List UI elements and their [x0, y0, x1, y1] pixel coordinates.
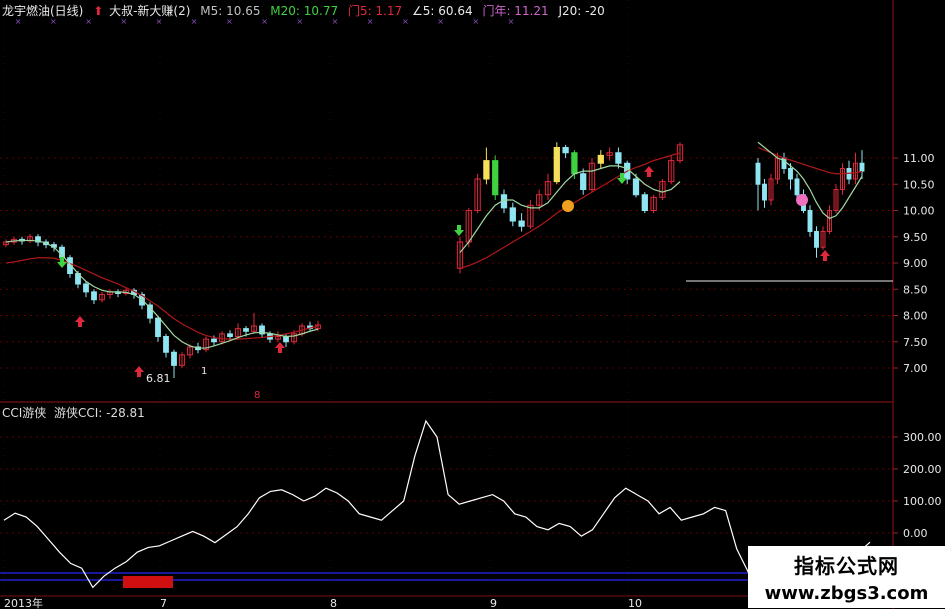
x-tick-label: 8 [330, 597, 337, 609]
j20-label: J20: -20 [558, 4, 605, 18]
price-grid [0, 0, 894, 609]
chart-header: 龙宇燃油(日线) ⬆ 大叔-新大赚(2) M5: 10.65 M20: 10.7… [2, 2, 611, 19]
candle-body [580, 173, 587, 190]
candle-body [163, 336, 169, 353]
price-tick-label: 11.00 [903, 152, 935, 165]
candle-body [483, 160, 490, 180]
cci-series [3, 419, 871, 599]
watermark-title: 指标公式网 [794, 554, 899, 578]
candle-body [859, 162, 865, 172]
low-price-label: 6.81 [146, 372, 171, 385]
cci-line [3, 419, 871, 599]
candle-body [615, 152, 622, 164]
candle-body [814, 231, 819, 248]
sell-arrow-icon [454, 225, 464, 236]
price-tick-label: 9.50 [903, 231, 928, 244]
stock-name: 龙宇燃油(日线) [2, 4, 84, 18]
marker-1-label: 1 [201, 366, 207, 377]
candle-body [171, 351, 177, 366]
candle-body [509, 207, 516, 222]
candle-body [632, 178, 640, 196]
candle-body [788, 168, 793, 180]
candle-body [211, 338, 217, 343]
candle-body [755, 162, 761, 185]
candle-body [492, 160, 499, 196]
candle-body [283, 336, 289, 343]
pink-signal-icon [796, 194, 808, 206]
cci-tick-label: 300.00 [903, 431, 942, 444]
cci-tick-label: 100.00 [903, 495, 942, 508]
price-tick-label: 8.00 [903, 310, 928, 323]
candle-body [562, 147, 569, 154]
candle-body [807, 210, 813, 232]
buy-arrow-icon [644, 166, 654, 177]
price-tick-label: 9.00 [903, 257, 928, 270]
candle-body [83, 283, 89, 293]
price-tick-label: 10.00 [903, 205, 935, 218]
candle-body [553, 147, 560, 183]
up-arrow-icon: ⬆ [93, 4, 104, 18]
buy-arrow-icon [75, 316, 85, 327]
watermark-url: www.zbgs3.com [764, 583, 929, 604]
ma-long-line [5, 257, 319, 340]
ma-long-line [757, 146, 863, 175]
candle-body [155, 317, 161, 337]
candle-body [641, 194, 648, 211]
axes: 7.00 7.50 8.00 8.50 9.00 9.50 10.00 10.50 11.00 0… [4, 152, 942, 609]
marker-s-label: 8 [254, 390, 260, 401]
price-tick-label: 10.50 [903, 178, 935, 191]
orange-signal-icon [562, 200, 574, 212]
candle-body [597, 154, 604, 164]
men-nian-label: 门年: 11.21 [482, 4, 549, 18]
cci-tick-label: 200.00 [903, 463, 942, 476]
x-tick-label: 7 [160, 597, 167, 609]
ma-short-line [5, 239, 319, 349]
cci-header: CCI游侠 游侠CCI: -28.81 [2, 404, 145, 421]
buy-arrow-icon [275, 342, 285, 353]
x-tick-label: 2013年 [4, 596, 43, 609]
m20-label: M20: 10.77 [270, 4, 339, 18]
price-tick-label: 7.00 [903, 362, 928, 375]
candle-body [227, 333, 233, 337]
men5-label: 门5: 1.17 [347, 4, 403, 18]
x-tick-label: 9 [490, 597, 497, 609]
candle-body [762, 183, 767, 201]
candle-body [794, 178, 800, 196]
buy-arrow-icon [134, 366, 144, 377]
candle-body [571, 152, 578, 175]
cci-value-label: 游侠CCI: -28.81 [53, 406, 145, 420]
price-tick-label: 8.50 [903, 283, 928, 296]
cci-tick-label: 0.00 [903, 527, 928, 540]
buy-arrow-icon [820, 250, 830, 261]
oversold-block [123, 576, 173, 588]
cci-name: CCI游侠 [2, 406, 47, 420]
angle-label: ∠5: 60.64 [412, 4, 473, 18]
watermark: 指标公式网 www.zbgs3.com [748, 546, 945, 608]
price-series: 6.8118× × × × × × × × × × × × × × × [3, 17, 893, 401]
m5-label: M5: 10.65 [200, 4, 261, 18]
stock-chart: 6.8118× × × × × × × × × × × × × × × 7.007.508.008.509.… [0, 0, 942, 609]
candle-body [518, 220, 525, 227]
x-tick-label: 10 [628, 597, 642, 609]
indicator-name: 大叔-新大赚(2) [109, 4, 191, 18]
price-tick-label: 7.50 [903, 336, 928, 349]
candle-body [243, 328, 249, 332]
candle-body [91, 291, 97, 301]
